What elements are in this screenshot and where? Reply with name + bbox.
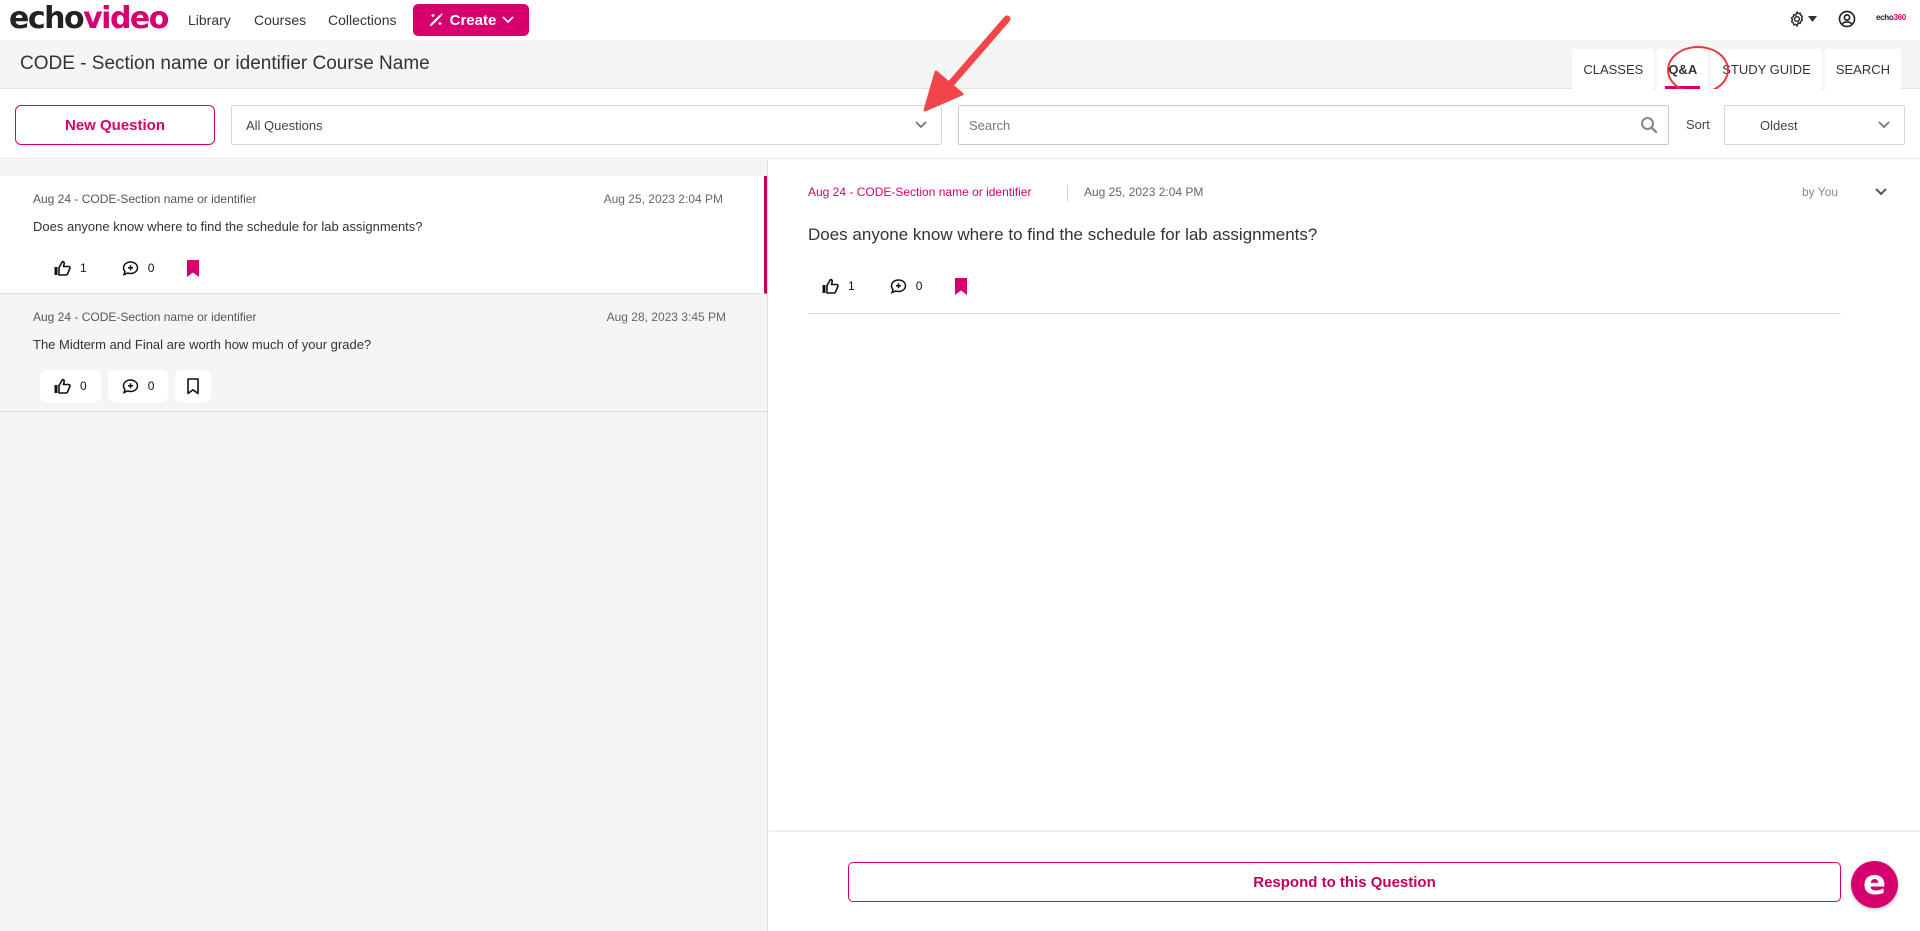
detail-question-text: Does anyone know where to find the sched… bbox=[808, 225, 1318, 244]
echo360-text: echo bbox=[1876, 13, 1894, 22]
user-circle-icon bbox=[1838, 10, 1856, 28]
echo-chat-button[interactable]: e bbox=[1851, 861, 1898, 908]
reply-count: 0 bbox=[915, 279, 923, 293]
reply-button[interactable]: 0 bbox=[107, 370, 169, 402]
question-list-item[interactable]: Aug 24 - CODE-Section name or identifier… bbox=[0, 294, 767, 412]
like-count: 1 bbox=[848, 279, 855, 293]
search-input[interactable] bbox=[969, 117, 1640, 133]
thumbs-up-icon bbox=[822, 278, 839, 294]
thumbs-up-icon bbox=[54, 378, 71, 394]
tab-search[interactable]: SEARCH bbox=[1824, 49, 1901, 89]
chevron-down-icon bbox=[1878, 121, 1890, 129]
detail-divider bbox=[808, 313, 1841, 314]
nav-collections-link[interactable]: Collections bbox=[328, 12, 396, 28]
create-button[interactable]: Create bbox=[413, 4, 529, 36]
filter-selected-value: All Questions bbox=[246, 117, 323, 133]
tab-study-guide[interactable]: STUDY GUIDE bbox=[1711, 49, 1822, 89]
detail-author: by You bbox=[1802, 185, 1839, 199]
detail-section-link[interactable]: Aug 24 - CODE-Section name or identifier bbox=[808, 185, 1031, 199]
respond-bar: Respond to this Question bbox=[769, 830, 1920, 931]
caret-down-icon bbox=[1808, 16, 1817, 22]
bookmark-button[interactable] bbox=[943, 270, 979, 302]
page-title: CODE - Section name or identifier Course… bbox=[20, 53, 430, 74]
like-button[interactable]: 0 bbox=[40, 370, 101, 402]
question-actions: 1 0 bbox=[40, 252, 211, 284]
bookmark-filled-icon bbox=[187, 259, 200, 277]
question-list-item[interactable]: Aug 24 - CODE-Section name or identifier… bbox=[0, 176, 767, 294]
question-date: Aug 28, 2023 3:45 PM bbox=[606, 310, 726, 324]
respond-to-question-button[interactable]: Respond to this Question bbox=[848, 862, 1841, 902]
course-header: CODE - Section name or identifier Course… bbox=[0, 40, 1920, 89]
bookmark-button[interactable] bbox=[175, 252, 211, 284]
bookmark-button[interactable] bbox=[175, 370, 212, 402]
detail-date: Aug 25, 2023 2:04 PM bbox=[1084, 185, 1204, 199]
create-button-label: Create bbox=[449, 11, 497, 29]
like-count: 1 bbox=[80, 261, 87, 275]
question-text: The Midterm and Final are worth how much… bbox=[33, 337, 372, 352]
like-button[interactable]: 1 bbox=[40, 252, 101, 284]
like-count: 0 bbox=[80, 379, 87, 393]
sort-label: Sort bbox=[1686, 117, 1710, 132]
gear-icon bbox=[1790, 11, 1804, 27]
reply-count: 0 bbox=[147, 261, 155, 275]
detail-actions: 1 0 bbox=[808, 270, 979, 302]
question-text: Does anyone know where to find the sched… bbox=[33, 219, 423, 234]
comment-plus-icon bbox=[890, 279, 906, 294]
course-tabs: CLASSES Q&A STUDY GUIDE SEARCH bbox=[1572, 49, 1901, 89]
top-navigation: echovideo Library Courses Collections Cr… bbox=[0, 0, 1920, 40]
chevron-down-icon bbox=[915, 121, 927, 129]
bookmark-outline-icon bbox=[187, 377, 200, 394]
sort-selected-value: Oldest bbox=[1760, 117, 1798, 133]
nav-courses-link[interactable]: Courses bbox=[254, 12, 306, 28]
echovideo-logo[interactable]: echovideo bbox=[9, 1, 169, 36]
tab-qa[interactable]: Q&A bbox=[1657, 49, 1709, 89]
magic-wand-icon bbox=[429, 13, 443, 26]
search-icon[interactable] bbox=[1640, 116, 1658, 134]
question-filter-dropdown[interactable]: All Questions bbox=[231, 105, 942, 145]
echo360-number: 360 bbox=[1893, 13, 1906, 22]
logo-text-echo: echo bbox=[9, 1, 85, 36]
search-field[interactable] bbox=[958, 105, 1669, 145]
thumbs-up-icon bbox=[54, 260, 71, 276]
detail-meta-separator bbox=[1067, 185, 1068, 201]
like-button[interactable]: 1 bbox=[808, 270, 869, 302]
tab-classes[interactable]: CLASSES bbox=[1572, 49, 1655, 89]
reply-count: 0 bbox=[147, 379, 155, 393]
nav-library-link[interactable]: Library bbox=[188, 12, 231, 28]
chevron-down-icon bbox=[502, 16, 514, 24]
echo360-logo: echo360 bbox=[1876, 13, 1906, 22]
reply-button[interactable]: 0 bbox=[876, 270, 937, 302]
sort-dropdown[interactable]: Oldest bbox=[1724, 105, 1905, 145]
qa-toolbar: New Question All Questions Sort Oldest bbox=[0, 89, 1920, 159]
bookmark-filled-icon bbox=[955, 277, 968, 295]
settings-menu-button[interactable] bbox=[1788, 10, 1817, 28]
question-list: Aug 24 - CODE-Section name or identifier… bbox=[0, 160, 768, 931]
comment-plus-icon bbox=[122, 379, 138, 394]
question-detail: Aug 24 - CODE-Section name or identifier… bbox=[769, 160, 1920, 830]
question-section: Aug 24 - CODE-Section name or identifier bbox=[33, 310, 257, 324]
question-section: Aug 24 - CODE-Section name or identifier bbox=[33, 192, 257, 206]
question-date: Aug 25, 2023 2:04 PM bbox=[603, 192, 723, 206]
comment-plus-icon bbox=[122, 261, 138, 276]
user-account-button[interactable] bbox=[1838, 10, 1856, 33]
chevron-down-icon[interactable] bbox=[1875, 188, 1887, 196]
reply-button[interactable]: 0 bbox=[108, 252, 169, 284]
new-question-button[interactable]: New Question bbox=[15, 105, 215, 145]
question-actions: 0 0 bbox=[40, 370, 212, 402]
logo-text-video: video bbox=[83, 1, 169, 36]
